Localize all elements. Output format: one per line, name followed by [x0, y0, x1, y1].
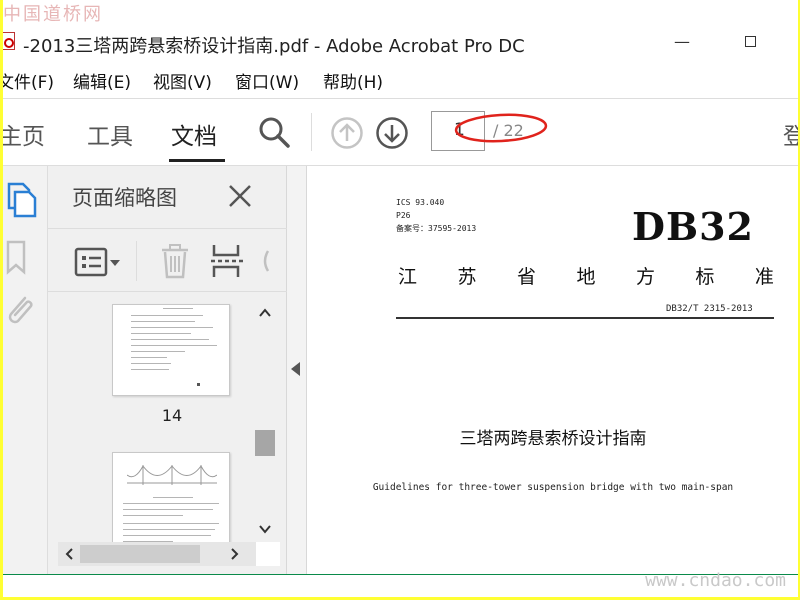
watermark-bottom: www.cndao.com: [645, 570, 786, 591]
panel-title: 页面缩略图: [72, 186, 177, 210]
window-title: -2013三塔两跨悬索桥设计指南.pdf - Adobe Acrobat Pro…: [23, 36, 525, 57]
tab-document[interactable]: 文档: [171, 117, 217, 151]
attachment-icon[interactable]: [3, 290, 43, 330]
doc-standard-type: 江 苏 省 地 方 标 准: [398, 262, 774, 289]
doc-ccs: P26: [396, 211, 411, 220]
document-page: ICS 93.040 P26 备案号：37595-2013 DB32 江 苏 省…: [308, 166, 798, 574]
thumbnail-horizontal-scrollbar[interactable]: [58, 542, 280, 566]
toolbar-divider: [311, 113, 312, 151]
thumbnail-vertical-scrollbar[interactable]: [253, 300, 277, 546]
minimize-button[interactable]: —: [667, 30, 697, 54]
bridge-diagram-thumbnail: [127, 465, 217, 485]
previous-page-icon[interactable]: [330, 116, 364, 150]
std-char: 准: [754, 266, 774, 288]
thumbnail-page-number: 14: [161, 406, 183, 425]
login-button[interactable]: 登: [783, 117, 798, 151]
watermark-top: 中国道桥网: [3, 4, 103, 25]
chevron-right-icon[interactable]: [228, 548, 240, 560]
title-bar: -2013三塔两跨悬索桥设计指南.pdf - Adobe Acrobat Pro…: [3, 24, 798, 60]
menu-view[interactable]: 视图(V): [153, 68, 212, 93]
doc-ics: ICS 93.040: [396, 198, 445, 207]
std-char: 标: [695, 266, 715, 288]
navigation-rail: [3, 166, 48, 574]
thumbnails-panel: 页面缩略图 14: [48, 166, 287, 574]
doc-title-chinese: 三塔两跨悬索桥设计指南: [459, 429, 647, 449]
scrollbar-corner: [256, 542, 280, 566]
tools-divider: [136, 241, 137, 281]
page-thumbnails-icon[interactable]: [3, 180, 43, 220]
std-char: 苏: [457, 266, 477, 288]
maximize-icon: [744, 36, 756, 47]
bookmark-icon[interactable]: [3, 240, 43, 280]
trash-icon[interactable]: [160, 243, 190, 279]
close-icon[interactable]: [226, 182, 254, 210]
active-tab-indicator: [169, 159, 225, 162]
page-total: / 22: [493, 121, 524, 140]
pdf-file-icon: [3, 32, 15, 50]
scrollbar-thumb[interactable]: [255, 430, 275, 456]
app-window: 中国道桥网 -2013三塔两跨悬索桥设计指南.pdf - Adobe Acrob…: [3, 0, 798, 597]
doc-standard-code: DB32/T 2315-2013: [666, 304, 753, 314]
collapse-panel-icon[interactable]: [291, 362, 300, 376]
panel-splitter[interactable]: [287, 166, 307, 574]
std-char: 方: [635, 266, 655, 288]
page-number-input[interactable]: 1: [431, 111, 485, 151]
more-tools-icon[interactable]: [260, 249, 270, 273]
tab-tools[interactable]: 工具: [87, 117, 133, 151]
chevron-down-icon[interactable]: [258, 522, 272, 536]
maximize-button[interactable]: [735, 30, 765, 54]
page-thumbnail[interactable]: [112, 452, 230, 544]
next-page-icon[interactable]: [375, 116, 409, 150]
search-icon[interactable]: [257, 115, 291, 149]
chevron-up-icon[interactable]: [258, 306, 272, 320]
page-thumbnail[interactable]: [112, 304, 230, 396]
menu-help[interactable]: 帮助(H): [323, 68, 383, 93]
std-char: 省: [516, 266, 536, 288]
thumbnail-list: 14: [48, 294, 280, 544]
doc-title-english: Guidelines for three-tower suspension br…: [372, 482, 734, 493]
menu-file[interactable]: 文件(F): [3, 68, 54, 93]
toolbar: 主页 工具 文档 1 / 22 登: [3, 98, 798, 166]
menu-window[interactable]: 窗口(W): [235, 68, 299, 93]
doc-standard-logo: DB32: [632, 204, 754, 249]
scrollbar-thumb[interactable]: [80, 545, 200, 563]
std-char: 地: [576, 266, 596, 288]
options-menu-icon[interactable]: [74, 247, 122, 277]
menu-bar: 文件(F) 编辑(E) 视图(V) 窗口(W) 帮助(H): [3, 64, 798, 94]
doc-divider: [396, 317, 774, 319]
doc-record-number: 备案号：37595-2013: [396, 224, 477, 233]
std-char: 江: [398, 266, 418, 288]
tab-home[interactable]: 主页: [3, 117, 45, 151]
thumbnail-tools: [48, 228, 287, 292]
menu-edit[interactable]: 编辑(E): [73, 68, 131, 93]
chevron-left-icon[interactable]: [64, 548, 76, 560]
insert-page-icon[interactable]: [210, 243, 244, 279]
